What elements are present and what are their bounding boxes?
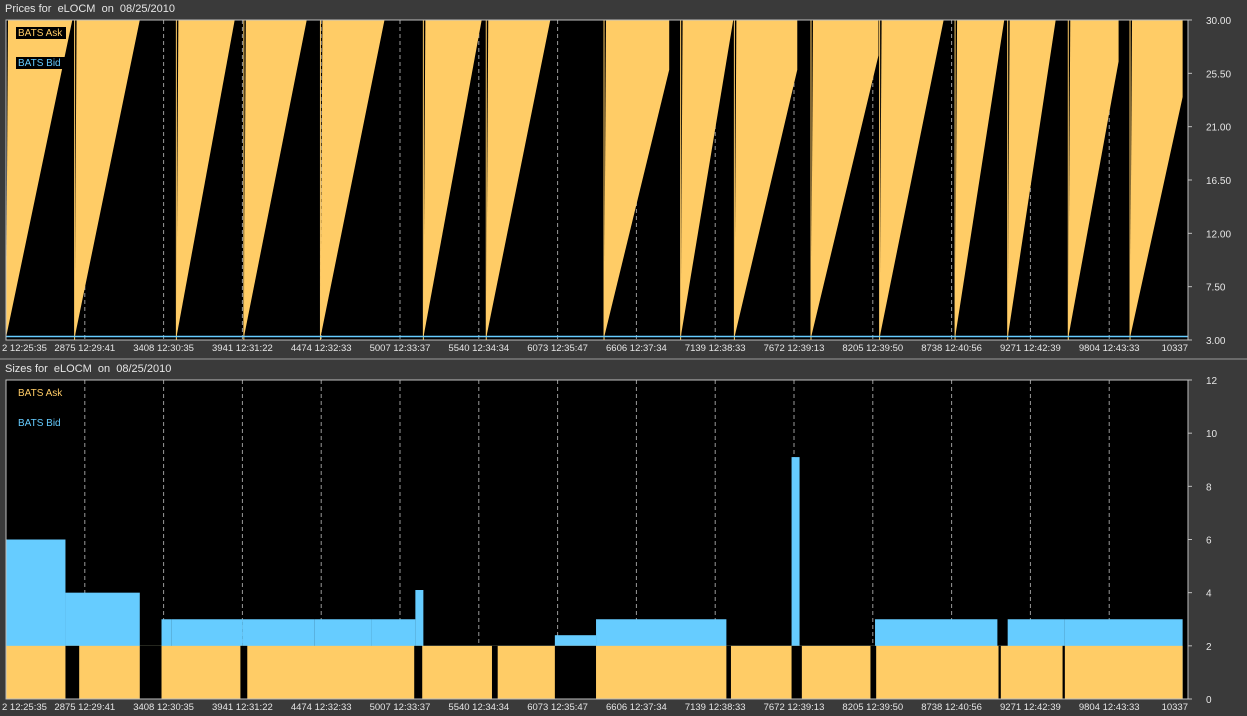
x-tick-label: 7672 12:39:13 [764, 702, 825, 713]
x-tick-label: 3941 12:31:22 [212, 343, 273, 354]
y-tick-label: 2 [1206, 642, 1212, 653]
x-tick-label: 2875 12:29:41 [54, 343, 115, 354]
y-tick-label: 0 [1206, 695, 1212, 706]
x-tick-label: 2 12:25:35 [2, 343, 47, 354]
y-tick-label: 30.00 [1206, 16, 1231, 27]
y-tick-label: 4 [1206, 589, 1212, 600]
x-tick-label: 5540 12:34:34 [448, 343, 509, 354]
x-tick-label: 8205 12:39:50 [842, 702, 903, 713]
ask-gap [414, 645, 423, 699]
legend-label: BATS Ask [18, 28, 63, 39]
y-tick-label: 6 [1206, 536, 1212, 547]
y-tick-label: 3.00 [1206, 336, 1226, 347]
x-tick-label: 9804 12:43:33 [1079, 702, 1140, 713]
y-tick-label: 21.00 [1206, 123, 1231, 134]
x-tick-label: 4474 12:32:33 [291, 343, 352, 354]
x-tick-label: 7672 12:39:13 [764, 343, 825, 354]
x-tick-label: 9271 12:42:39 [1000, 343, 1061, 354]
legend-label: BATS Ask [18, 388, 63, 399]
x-tick-label: 4474 12:32:33 [291, 702, 352, 713]
x-tick-label: 6073 12:35:47 [527, 702, 588, 713]
sizes-panel: Sizes for eLOCM on 08/25/2010 BATS Ask BA… [0, 360, 1247, 716]
sizes-chart: BATS Ask BATS Bid 12 10 8 6 4 2 0 2 12:25:35 2875 … [2, 376, 1218, 713]
x-tick-label: 6606 12:37:34 [606, 702, 667, 713]
y-tick-label: 16.50 [1206, 176, 1231, 187]
x-tick-label: 7139 12:38:33 [685, 702, 746, 713]
prices-panel: Prices for eLOCM on 08/25/2010 BATS Ask B… [0, 0, 1247, 358]
y-tick-label: 25.50 [1206, 69, 1231, 80]
ask-gap [1062, 645, 1065, 699]
ask-gap [240, 645, 248, 699]
x-tick-label: 8738 12:40:56 [921, 343, 982, 354]
ask-gap [139, 645, 162, 699]
x-tick-label: 6606 12:37:34 [606, 343, 667, 354]
x-tick-label: 8205 12:39:50 [842, 343, 903, 354]
ask-gap [65, 645, 80, 699]
ask-gap [870, 645, 877, 699]
x-tick-label: 5007 12:33:37 [370, 343, 431, 354]
prices-chart: BATS Ask BATS Bid 30.00 25.50 21.00 16.50 12.0… [2, 16, 1231, 354]
x-tick-label: 8738 12:40:56 [921, 702, 982, 713]
ask-gap [554, 645, 597, 699]
legend-label: BATS Bid [18, 58, 61, 69]
x-tick-label: 2 12:25:35 [2, 702, 47, 713]
y-tick-label: 12 [1206, 376, 1218, 387]
y-tick-label: 10 [1206, 429, 1218, 440]
y-tick-label: 8 [1206, 482, 1212, 493]
x-tick-label: 10337 [1162, 343, 1188, 354]
x-tick-label: 6073 12:35:47 [527, 343, 588, 354]
x-tick-label: 7139 12:38:33 [685, 343, 746, 354]
ask-gap [491, 645, 498, 699]
ask-gap [998, 645, 1001, 699]
x-tick-label: 3941 12:31:22 [212, 702, 273, 713]
x-tick-label: 9271 12:42:39 [1000, 702, 1061, 713]
x-tick-label: 9804 12:43:33 [1079, 343, 1140, 354]
y-tick-label: 12.00 [1206, 229, 1231, 240]
x-tick-label: 3408 12:30:35 [133, 343, 194, 354]
legend-label: BATS Bid [18, 418, 61, 429]
ask-gap [791, 645, 802, 699]
x-tick-label: 5540 12:34:34 [448, 702, 509, 713]
ask-gap [726, 645, 731, 699]
x-tick-label: 10337 [1162, 702, 1188, 713]
x-tick-label: 2875 12:29:41 [54, 702, 115, 713]
x-tick-label: 5007 12:33:37 [370, 702, 431, 713]
y-tick-label: 7.50 [1206, 283, 1226, 294]
x-tick-label: 3408 12:30:35 [133, 702, 194, 713]
